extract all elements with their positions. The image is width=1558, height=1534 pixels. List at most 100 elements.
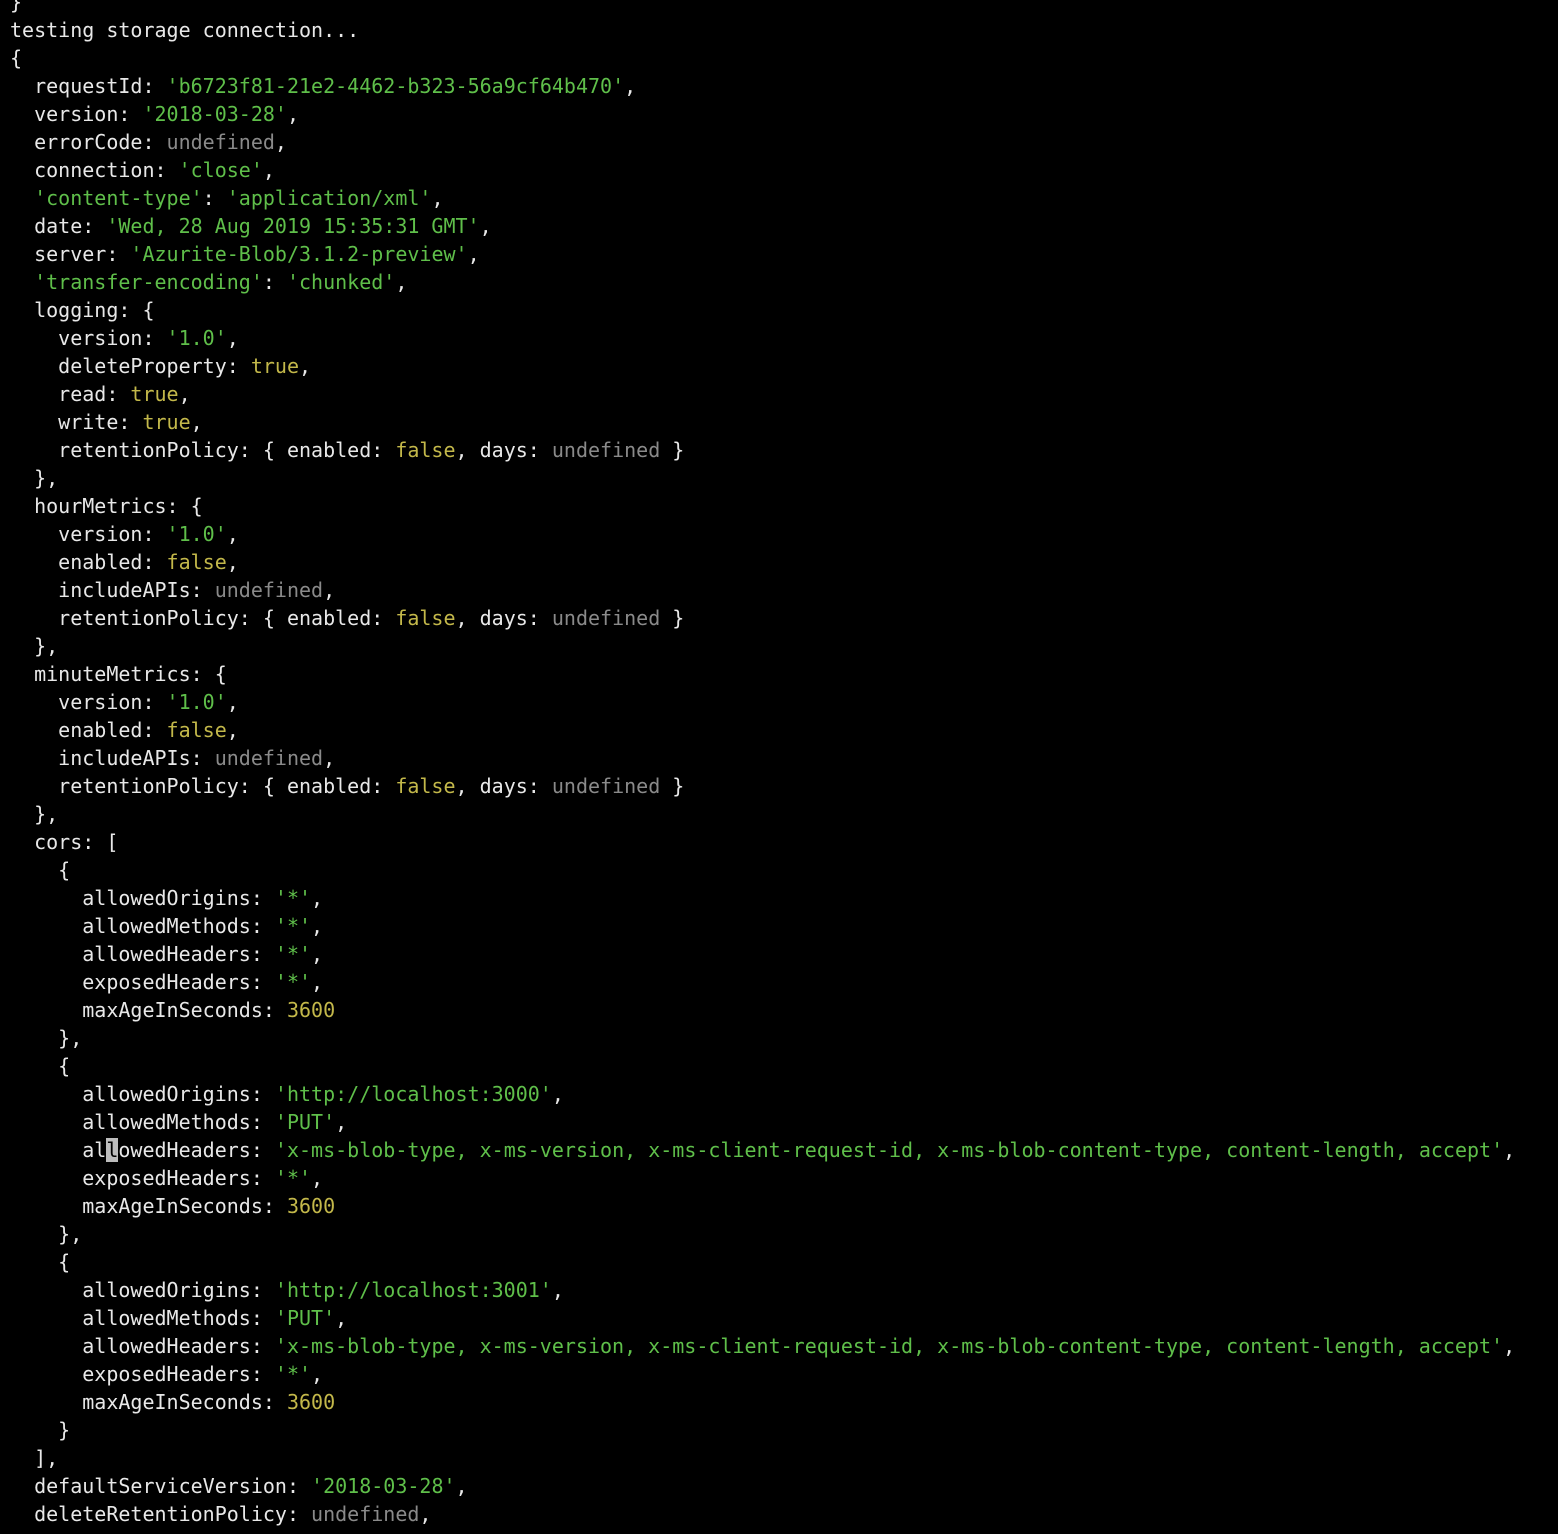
code-text: , (479, 214, 492, 238)
terminal-line: exposedHeaders: '*', (10, 1164, 1558, 1192)
string-value: 'content-type' (34, 186, 203, 210)
terminal-line: write: true, (10, 408, 1558, 436)
string-value: 'http://localhost:3000' (274, 1082, 552, 1106)
terminal-line: 'content-type': 'application/xml', (10, 184, 1558, 212)
code-text: , (455, 1474, 468, 1498)
terminal-line: hourMetrics: { (10, 492, 1558, 520)
undefined-value: undefined (214, 746, 324, 770)
boolean-value: true (250, 354, 299, 378)
code-text: exposedHeaders: (10, 1362, 275, 1386)
code-text: deleteProperty: (10, 354, 251, 378)
terminal-line: allowedOrigins: 'http://localhost:3000', (10, 1080, 1558, 1108)
code-text: , (1503, 1138, 1516, 1162)
code-text: cors: [ (10, 830, 119, 854)
code-text: , (467, 242, 480, 266)
terminal-line: 'transfer-encoding': 'chunked', (10, 268, 1558, 296)
terminal-line: enabled: false, (10, 716, 1558, 744)
terminal-line: { (10, 1052, 1558, 1080)
string-value: 'PUT' (274, 1306, 336, 1330)
terminal-line: deleteRetentionPolicy: undefined, (10, 1500, 1558, 1528)
code-text: { (10, 858, 71, 882)
code-text: , (551, 1082, 564, 1106)
string-value: 'PUT' (274, 1110, 336, 1134)
terminal-line: { (10, 44, 1558, 72)
code-text: , (226, 690, 239, 714)
terminal-line: allowedMethods: '*', (10, 912, 1558, 940)
string-value: 'transfer-encoding' (34, 270, 263, 294)
string-value: '*' (274, 1166, 312, 1190)
code-text: , (335, 1110, 348, 1134)
code-text: version: (10, 102, 143, 126)
code-text: }, (10, 1222, 83, 1246)
code-text: , (323, 578, 336, 602)
code-text: , (226, 718, 239, 742)
code-text: allowedMethods: (10, 1110, 275, 1134)
code-text: , (551, 1278, 564, 1302)
terminal-line: }, (10, 1220, 1558, 1248)
terminal-line: testing storage connection... (10, 16, 1558, 44)
terminal-line: includeAPIs: undefined, (10, 744, 1558, 772)
code-text: , (178, 382, 191, 406)
boolean-value: false (395, 438, 456, 462)
code-text: allowedOrigins: (10, 1082, 275, 1106)
string-value: '*' (274, 886, 312, 910)
undefined-value: undefined (551, 606, 661, 630)
string-value: '1.0' (166, 690, 227, 714)
string-value: '*' (274, 1362, 312, 1386)
string-value: '2018-03-28' (311, 1474, 456, 1498)
boolean-value: false (395, 606, 456, 630)
code-text: logging: { (10, 298, 155, 322)
code-text: { (10, 46, 23, 70)
boolean-value: false (166, 718, 227, 742)
code-text: server: (10, 242, 131, 266)
terminal-output[interactable]: } testing storage connection... { requestI… (10, 0, 1558, 1528)
code-text: read: (10, 382, 131, 406)
terminal-line: read: true, (10, 380, 1558, 408)
code-text: }, (10, 802, 59, 826)
code-text: date: (10, 214, 107, 238)
terminal-line: allowedHeaders: '*', (10, 940, 1558, 968)
terminal-line: maxAgeInSeconds: 3600 (10, 1388, 1558, 1416)
terminal-line: maxAgeInSeconds: 3600 (10, 1192, 1558, 1220)
terminal-line: cors: [ (10, 828, 1558, 856)
string-value: 'Wed, 28 Aug 2019 15:35:31 GMT' (106, 214, 480, 238)
code-text: , days: (455, 774, 552, 798)
terminal-line: allowedMethods: 'PUT', (10, 1304, 1558, 1332)
code-text: , (311, 886, 324, 910)
terminal-line: allowedHeaders: 'x-ms-blob-type, x-ms-ve… (10, 1332, 1558, 1360)
code-text: includeAPIs: (10, 746, 215, 770)
undefined-value: undefined (166, 130, 275, 154)
boolean-value: true (142, 410, 191, 434)
code-text: exposedHeaders: (10, 1166, 275, 1190)
code-text: write: (10, 410, 143, 434)
code-text: retentionPolicy: { enabled: (10, 438, 396, 462)
code-text: , (190, 410, 203, 434)
terminal-line: date: 'Wed, 28 Aug 2019 15:35:31 GMT', (10, 212, 1558, 240)
terminal-line: connection: 'close', (10, 156, 1558, 184)
code-text: }, (10, 634, 59, 658)
code-text: version: (10, 690, 167, 714)
code-text: , (335, 1306, 348, 1330)
terminal-line: { (10, 856, 1558, 884)
string-value: 'x-ms-blob-type, x-ms-version, x-ms-clie… (274, 1334, 1504, 1358)
string-value: '*' (274, 914, 312, 938)
terminal-line: defaultServiceVersion: '2018-03-28', (10, 1472, 1558, 1500)
code-text: al (10, 1138, 107, 1162)
terminal-line: logging: { (10, 296, 1558, 324)
code-text: }, (10, 1026, 83, 1050)
terminal-line: maxAgeInSeconds: 3600 (10, 996, 1558, 1024)
code-text: maxAgeInSeconds: (10, 998, 287, 1022)
code-text: allowedMethods: (10, 914, 275, 938)
code-text: , (431, 186, 444, 210)
string-value: 'x-ms-blob-type, x-ms-version, x-ms-clie… (274, 1138, 1504, 1162)
code-text: maxAgeInSeconds: (10, 1194, 287, 1218)
code-text: allowedHeaders: (10, 942, 275, 966)
code-text: testing storage connection... (10, 18, 360, 42)
code-text: requestId: (10, 74, 167, 98)
code-text: , (395, 270, 408, 294)
code-text: enabled: (10, 718, 167, 742)
boolean-value: true (130, 382, 179, 406)
terminal-line: allowedOrigins: 'http://localhost:3001', (10, 1276, 1558, 1304)
undefined-value: undefined (214, 578, 324, 602)
